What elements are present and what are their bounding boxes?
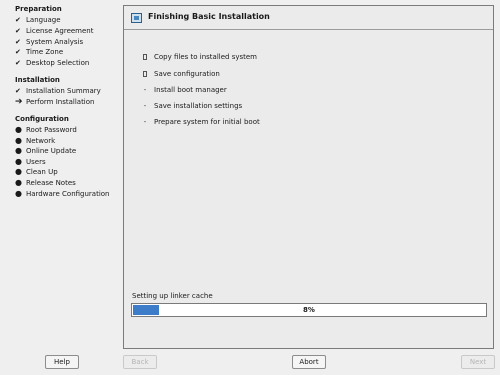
checkmark-icon: ✔ <box>15 27 21 35</box>
step-language: ✔ Language <box>15 16 61 24</box>
bullet-icon: ● <box>15 125 22 134</box>
bullet-icon: ● <box>15 167 22 176</box>
step-release-notes: ● Release Notes <box>15 178 76 187</box>
checkmark-icon: ✔ <box>15 48 21 56</box>
arrow-right-icon: ➔ <box>15 97 23 107</box>
installer-icon <box>131 13 142 23</box>
checkmark-icon: ✔ <box>15 59 21 67</box>
step-installation-summary: ✔ Installation Summary <box>15 87 101 95</box>
step-hardware-configuration: ● Hardware Configuration <box>15 189 110 198</box>
bullet-icon: ● <box>15 189 22 198</box>
task-copy-files: Copy files to installed system <box>136 52 257 62</box>
bullet-icon: ● <box>15 136 22 145</box>
task-install-boot-manager: - Install boot manager <box>136 85 227 95</box>
dash-icon: - <box>143 118 147 126</box>
task-save-configuration: Save configuration <box>136 69 220 79</box>
abort-button[interactable]: Abort <box>292 355 326 369</box>
pending-icon <box>136 52 154 62</box>
step-online-update: ● Online Update <box>15 146 77 155</box>
step-system-analysis: ✔ System Analysis <box>15 38 84 46</box>
header-divider <box>124 29 493 30</box>
checkmark-icon: ✔ <box>15 38 21 46</box>
step-time-zone: ✔ Time Zone <box>15 48 64 56</box>
progress-label: Setting up linker cache <box>132 292 213 300</box>
dash-icon: - <box>143 86 147 94</box>
pending-icon <box>136 69 154 79</box>
checkmark-icon: ✔ <box>15 87 21 95</box>
next-button[interactable]: Next <box>461 355 495 369</box>
task-prepare-initial-boot: - Prepare system for initial boot <box>136 117 260 127</box>
step-root-password: ● Root Password <box>15 125 77 134</box>
section-title-installation: Installation <box>15 76 60 84</box>
task-save-installation-settings: - Save installation settings <box>136 101 242 111</box>
section-title-preparation: Preparation <box>15 5 62 13</box>
step-clean-up: ● Clean Up <box>15 167 58 176</box>
main-panel: Finishing Basic Installation Copy files … <box>123 5 494 349</box>
step-users: ● Users <box>15 157 46 166</box>
step-network: ● Network <box>15 136 56 145</box>
help-button[interactable]: Help <box>45 355 79 369</box>
step-license-agreement: ✔ License Agreement <box>15 27 94 35</box>
step-perform-installation: ➔ Perform Installation <box>15 97 95 107</box>
bullet-icon: ● <box>15 178 22 187</box>
step-desktop-selection: ✔ Desktop Selection <box>15 59 90 67</box>
steps-sidebar: Preparation ✔ Language ✔ License Agreement… <box>0 0 122 350</box>
section-title-configuration: Configuration <box>15 115 69 123</box>
bullet-icon: ● <box>15 157 22 166</box>
progress-percent: 8% <box>303 306 315 314</box>
progress-bar: 8% <box>131 303 487 317</box>
page-title: Finishing Basic Installation <box>148 12 270 21</box>
checkmark-icon: ✔ <box>15 16 21 24</box>
bullet-icon: ● <box>15 146 22 155</box>
back-button[interactable]: Back <box>123 355 157 369</box>
dash-icon: - <box>143 102 147 110</box>
